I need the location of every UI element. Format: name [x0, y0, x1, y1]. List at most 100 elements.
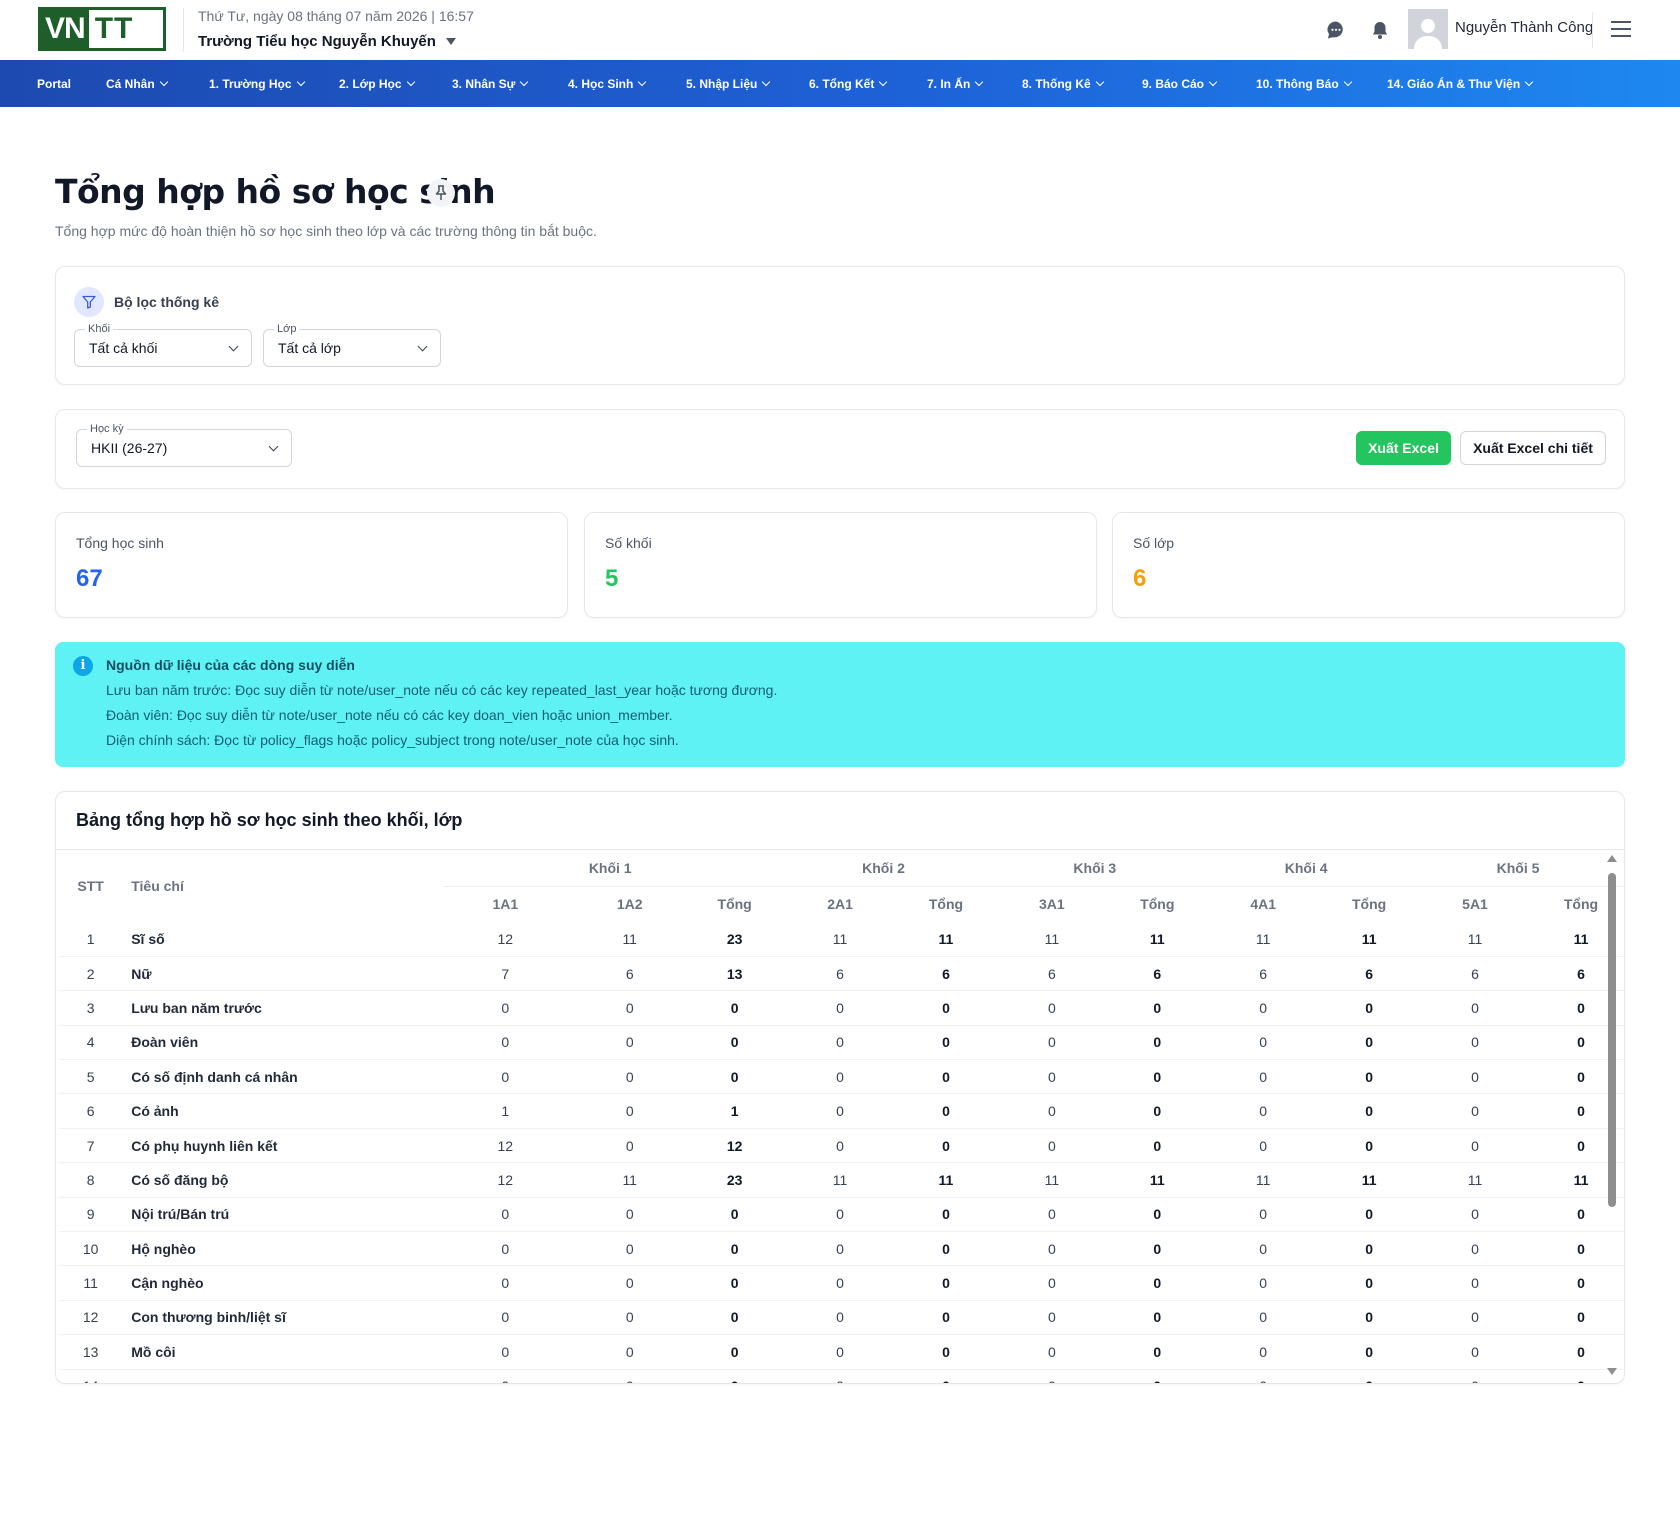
nav-item-nhan-su[interactable]: 3. Nhân Sự — [452, 60, 529, 107]
cell-total: 0 — [692, 1369, 778, 1383]
chevron-down-icon — [1208, 77, 1218, 86]
class-select[interactable]: Lớp Tất cả lớp — [263, 322, 441, 367]
cell-value: 11 — [622, 930, 637, 947]
cell-total: 0 — [1365, 1137, 1373, 1154]
stat-card-grade-count: Số khối 5 — [584, 512, 1097, 618]
cell-total: 0 — [1365, 1240, 1373, 1257]
cell-value: 6 — [836, 965, 844, 982]
export-excel-button[interactable]: Xuất Excel — [1356, 431, 1451, 465]
vntt-logo[interactable]: VN TT — [38, 7, 166, 51]
cell-total: 0 — [730, 1275, 739, 1292]
grade-select[interactable]: Khối Tất cả khối — [74, 322, 252, 367]
info-line: Đoàn viên: Đọc suy diễn từ note/user_not… — [106, 707, 673, 723]
avatar[interactable] — [1408, 9, 1448, 49]
school-selector[interactable]: Trường Tiểu học Nguyễn Khuyến — [198, 33, 456, 50]
cell-stt: 4 — [86, 1034, 95, 1051]
cell-total: 0 — [730, 1309, 739, 1326]
nav-item-giao-an[interactable]: 14. Giáo Án & Thư Viện — [1387, 60, 1534, 107]
class-select-value: Tất cả lớp — [278, 340, 341, 356]
cell-value: 0 — [1259, 999, 1268, 1016]
cell-criteria: Đoàn viên — [131, 1034, 199, 1051]
table-row: 1400000000000 — [59, 1369, 1624, 1383]
nav-item-lop-hoc[interactable]: 2. Lớp Học — [339, 60, 415, 107]
cell-value: 0 — [1259, 1309, 1268, 1326]
cell-total: 0 — [1153, 1034, 1162, 1051]
cell-value: 0 — [1471, 1343, 1479, 1360]
cell-total: 0 — [1153, 1206, 1162, 1223]
cell-stt: 7 — [86, 1137, 95, 1154]
vertical-scrollbar[interactable] — [1605, 855, 1619, 1375]
subcolumn-header: 1A2 — [567, 885, 692, 922]
cell-total: 13 — [726, 965, 743, 982]
nav-item-bao-cao[interactable]: 9. Báo Cáo — [1142, 60, 1218, 107]
cell-total: 23 — [726, 1171, 743, 1188]
table-row: 8 Có số đăng bộ 12 11 23 11 11 11 11 11 11 11 11 — [59, 1163, 1624, 1198]
scroll-down-arrow-icon[interactable] — [1607, 1368, 1617, 1375]
nav-item-thong-ke[interactable]: 8. Thống Kê — [1022, 60, 1104, 107]
cell-value: 0 — [1471, 1240, 1479, 1257]
chevron-down-icon — [762, 77, 771, 86]
cell-value: 0 — [1047, 1103, 1056, 1120]
pin-button[interactable] — [427, 179, 455, 207]
info-title: Nguồn dữ liệu của các dòng suy diễn — [106, 657, 355, 673]
cell-value: 12 — [497, 1137, 514, 1154]
stat-label: Tổng học sinh — [76, 535, 164, 551]
bell-icon[interactable] — [1370, 20, 1390, 40]
cell-stt: 11 — [83, 1275, 98, 1292]
cell-criteria: Có số định danh cá nhân — [131, 1068, 298, 1085]
nav-item-hoc-sinh[interactable]: 4. Học Sinh — [568, 60, 647, 107]
hamburger-menu-icon[interactable] — [1611, 21, 1631, 37]
nav-item-ca-nhan[interactable]: Cá Nhân — [106, 60, 168, 107]
chevron-down-icon — [159, 77, 168, 86]
table-row: 12 Con thương binh/liệt sĩ 0 0 0 0 0 0 0 0 0 0 0 — [59, 1300, 1624, 1335]
cell-value: 0 — [836, 1240, 844, 1257]
filter-title: Bộ lọc thống kê — [74, 287, 219, 317]
table-row: 9 Nội trú/Bán trú 0 0 0 0 0 0 0 0 0 0 0 — [59, 1197, 1624, 1232]
cell-total: 0 — [942, 1034, 950, 1051]
nav-item-in-an[interactable]: 7. In Ấn — [927, 60, 984, 107]
cell-stt: 1 — [86, 930, 95, 947]
cell-value: 0 — [625, 999, 634, 1016]
cell-criteria — [122, 1369, 443, 1383]
cell-criteria: Cận nghèo — [131, 1275, 204, 1292]
nav-item-truong-hoc[interactable]: 1. Trường Học — [209, 60, 305, 107]
cell-total: 0 — [942, 1309, 950, 1326]
cell-value: 0 — [625, 1206, 634, 1223]
table-scroll-area[interactable]: STT Tiêu chí Khối 1 Khối 2 Khối 3 Khối 4… — [56, 849, 1624, 1383]
chat-icon[interactable] — [1326, 20, 1346, 40]
info-alert: i Nguồn dữ liệu của các dòng suy diễn Lư… — [55, 642, 1625, 767]
cell-total: 0 — [1153, 1068, 1162, 1085]
cell-value: 0 — [836, 999, 844, 1016]
export-excel-detail-button[interactable]: Xuất Excel chi tiết — [1460, 431, 1606, 465]
nav-item-tong-ket[interactable]: 6. Tổng Kết — [809, 60, 888, 107]
cell-stt: 5 — [86, 1068, 95, 1085]
term-select-value: HKII (26-27) — [91, 440, 168, 456]
nav-item-portal[interactable]: Portal — [37, 60, 71, 107]
cell-value: 6 — [1471, 965, 1479, 982]
cell-value: 0 — [501, 1309, 510, 1326]
cell-stt: 10 — [82, 1240, 99, 1257]
cell-value: 0 — [625, 1275, 634, 1292]
scrollbar-thumb[interactable] — [1608, 873, 1616, 1207]
table-row: 3 Lưu ban năm trước 0 0 0 0 0 0 0 0 0 0 0 — [59, 991, 1624, 1026]
cell-stt: 2 — [86, 965, 95, 982]
nav-label: 2. Lớp Học — [339, 76, 402, 91]
cell-value: 0 — [501, 1034, 510, 1051]
group-header: Khối 2 — [862, 859, 905, 876]
cell-total: 0 — [903, 1369, 990, 1383]
user-name[interactable]: Nguyễn Thành Công — [1455, 19, 1593, 36]
header-divider — [183, 8, 184, 52]
cell-criteria: Nội trú/Bán trú — [131, 1206, 230, 1223]
nav-item-thong-bao[interactable]: 10. Thông Báo — [1256, 60, 1352, 107]
table-row: 7 Có phụ huynh liên kết 12 0 12 0 0 0 0 0 0 0 0 — [59, 1128, 1624, 1163]
info-line: Lưu ban năm trước: Đọc suy diễn từ note/… — [106, 682, 778, 698]
scroll-up-arrow-icon[interactable] — [1607, 855, 1617, 862]
cell-total: 0 — [730, 1068, 739, 1085]
term-select[interactable]: Học kỳ HKII (26-27) — [76, 422, 292, 467]
cell-value: 0 — [836, 1103, 844, 1120]
nav-label: 14. Giáo Án & Thư Viện — [1387, 76, 1521, 91]
cell-value: 0 — [1259, 1275, 1268, 1292]
hamburger-line — [1611, 28, 1631, 30]
pin-icon — [435, 185, 447, 200]
nav-item-nhap-lieu[interactable]: 5. Nhập Liệu — [686, 60, 771, 107]
